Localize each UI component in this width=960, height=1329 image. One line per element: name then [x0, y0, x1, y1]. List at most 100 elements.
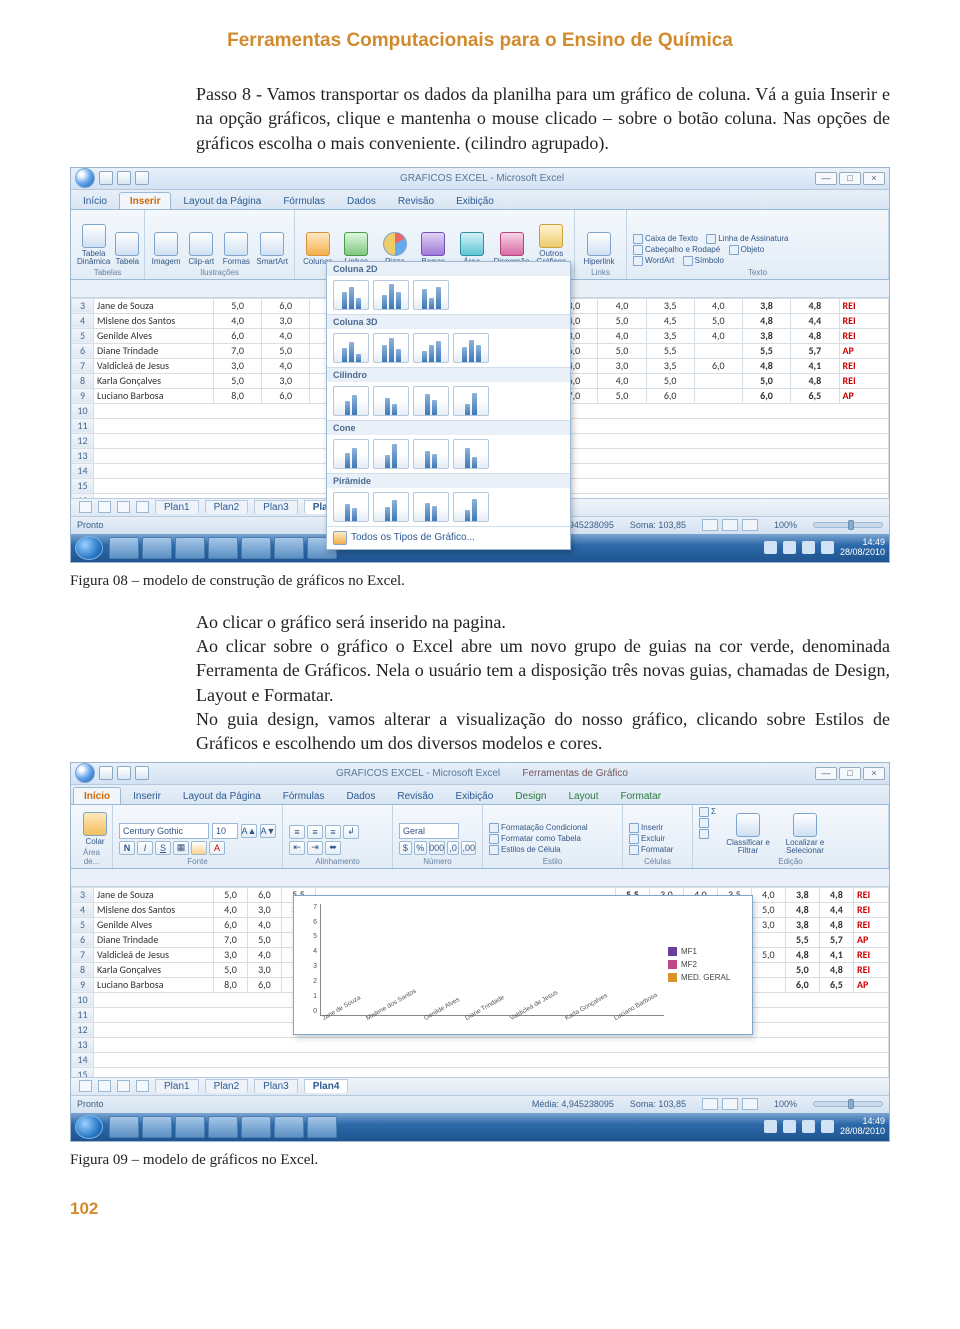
zoom-slider[interactable] [813, 1101, 883, 1107]
taskbar-app-icon[interactable] [307, 1116, 337, 1138]
sheet-nav-first[interactable] [79, 1080, 92, 1092]
qat-save-icon[interactable] [99, 171, 113, 185]
tab-formatar[interactable]: Formatar [610, 788, 671, 804]
qat-save-icon[interactable] [99, 766, 113, 780]
chart-thumb[interactable] [413, 280, 449, 310]
insert-cells-icon[interactable] [629, 823, 639, 833]
btn-formas[interactable]: Formas [221, 232, 251, 266]
fill-icon[interactable] [699, 818, 709, 828]
chart-thumb[interactable] [413, 333, 449, 363]
taskbar-app-icon[interactable] [208, 537, 238, 559]
btn-tabela-dinamica[interactable]: Tabela Dinâmica [77, 224, 110, 266]
btn-imagem[interactable]: Imagem [151, 232, 181, 266]
maximize-button[interactable]: □ [839, 767, 861, 780]
close-button[interactable]: × [863, 172, 885, 185]
sheet-nav-first[interactable] [79, 501, 92, 513]
chart-thumb[interactable] [413, 492, 449, 522]
taskbar-app-icon[interactable] [109, 1116, 139, 1138]
sheet-nav-prev[interactable] [98, 501, 111, 513]
inc-decimal-icon[interactable]: ,0 [447, 841, 460, 855]
fill-color-button[interactable] [191, 841, 207, 855]
sheet-tab-3[interactable]: Plan3 [254, 1079, 298, 1093]
border-button[interactable]: ▦ [173, 841, 189, 855]
dec-decimal-icon[interactable]: ,00 [461, 841, 476, 855]
clear-icon[interactable] [699, 829, 709, 839]
tray-icon[interactable] [783, 541, 796, 554]
chart-thumb[interactable] [333, 333, 369, 363]
tab-layout[interactable]: Layout [558, 788, 608, 804]
thousands-icon[interactable]: 000 [429, 841, 445, 855]
indent-inc-icon[interactable]: ⇥ [307, 841, 323, 855]
merge-icon[interactable]: ⬌ [325, 841, 341, 855]
start-button-icon[interactable] [75, 536, 103, 560]
table-row[interactable]: 13 [72, 1037, 889, 1052]
sheet-tab-1[interactable]: Plan1 [155, 500, 199, 514]
tab-revisao[interactable]: Revisão [387, 788, 443, 804]
taskbar-app-icon[interactable] [142, 537, 172, 559]
start-button-icon[interactable] [75, 1115, 103, 1139]
chart-thumb[interactable] [453, 386, 489, 416]
tab-layout-pagina[interactable]: Layout da Página [173, 788, 271, 804]
sheet-nav-next[interactable] [117, 501, 130, 513]
objeto-icon[interactable] [729, 245, 739, 255]
find-select-button[interactable]: Localizar e Selecionar [778, 813, 832, 855]
autosum-icon[interactable] [699, 807, 709, 817]
btn-tabela[interactable]: Tabela [115, 232, 139, 266]
office-orb-icon[interactable] [75, 168, 95, 188]
font-color-button[interactable]: A [209, 841, 225, 855]
chart-thumb[interactable] [333, 386, 369, 416]
sheet-nav-last[interactable] [136, 1080, 149, 1092]
cond-format-icon[interactable] [489, 823, 499, 833]
simbolo-icon[interactable] [683, 256, 693, 266]
table-format-icon[interactable] [489, 834, 499, 844]
wordart-icon[interactable] [633, 256, 643, 266]
delete-cells-icon[interactable] [629, 834, 639, 844]
sheet-tab-4[interactable]: Plan4 [304, 1079, 349, 1093]
format-cells-icon[interactable] [629, 845, 639, 855]
chart-thumb[interactable] [413, 439, 449, 469]
tray-icon[interactable] [783, 1120, 796, 1133]
view-pagebreak-icon[interactable] [742, 1098, 758, 1110]
chart-thumb[interactable] [333, 492, 369, 522]
font-size-combo[interactable]: 10 [212, 823, 238, 839]
office-orb-icon[interactable] [75, 763, 95, 783]
chart-thumb[interactable] [333, 280, 369, 310]
taskbar-app-icon[interactable] [274, 1116, 304, 1138]
tab-exibicao[interactable]: Exibição [446, 788, 504, 804]
number-format-combo[interactable]: Geral [399, 823, 459, 839]
qat-undo-icon[interactable] [117, 766, 131, 780]
sheet-tab-3[interactable]: Plan3 [254, 500, 298, 514]
tray-icon[interactable] [802, 541, 815, 554]
tab-dados[interactable]: Dados [336, 788, 385, 804]
minimize-button[interactable]: — [815, 172, 837, 185]
paste-button[interactable]: Colar [77, 812, 113, 846]
tab-exibicao[interactable]: Exibição [446, 193, 504, 209]
chart-thumb[interactable] [373, 386, 409, 416]
align-right-icon[interactable]: ≡ [325, 825, 341, 839]
table-row[interactable]: 15 [72, 1067, 889, 1077]
view-layout-icon[interactable] [722, 519, 738, 531]
tab-inserir[interactable]: Inserir [123, 788, 171, 804]
tab-layout-pagina[interactable]: Layout da Página [173, 193, 271, 209]
cabecalho-icon[interactable] [633, 245, 643, 255]
btn-hiperlink[interactable]: Hiperlink [581, 232, 617, 266]
underline-button[interactable]: S [155, 841, 171, 855]
tab-formulas[interactable]: Fórmulas [273, 788, 335, 804]
taskbar-app-icon[interactable] [208, 1116, 238, 1138]
view-layout-icon[interactable] [722, 1098, 738, 1110]
qat-redo-icon[interactable] [135, 171, 149, 185]
sort-filter-button[interactable]: Classificar e Filtrar [723, 813, 773, 855]
close-button[interactable]: × [863, 767, 885, 780]
taskbar-app-icon[interactable] [142, 1116, 172, 1138]
align-center-icon[interactable]: ≡ [307, 825, 323, 839]
btn-clipart[interactable]: Clip-art [186, 232, 216, 266]
sheet-tab-2[interactable]: Plan2 [205, 1079, 249, 1093]
tab-design[interactable]: Design [505, 788, 556, 804]
btn-smartart[interactable]: SmartArt [256, 232, 288, 266]
tray-icon[interactable] [802, 1120, 815, 1133]
chart-thumb[interactable] [373, 439, 409, 469]
indent-dec-icon[interactable]: ⇤ [289, 841, 305, 855]
all-chart-types-button[interactable]: Todos os Tipos de Gráfico... [327, 526, 570, 549]
wrap-text-icon[interactable]: ↲ [343, 825, 359, 839]
tab-inicio[interactable]: Início [73, 193, 117, 209]
